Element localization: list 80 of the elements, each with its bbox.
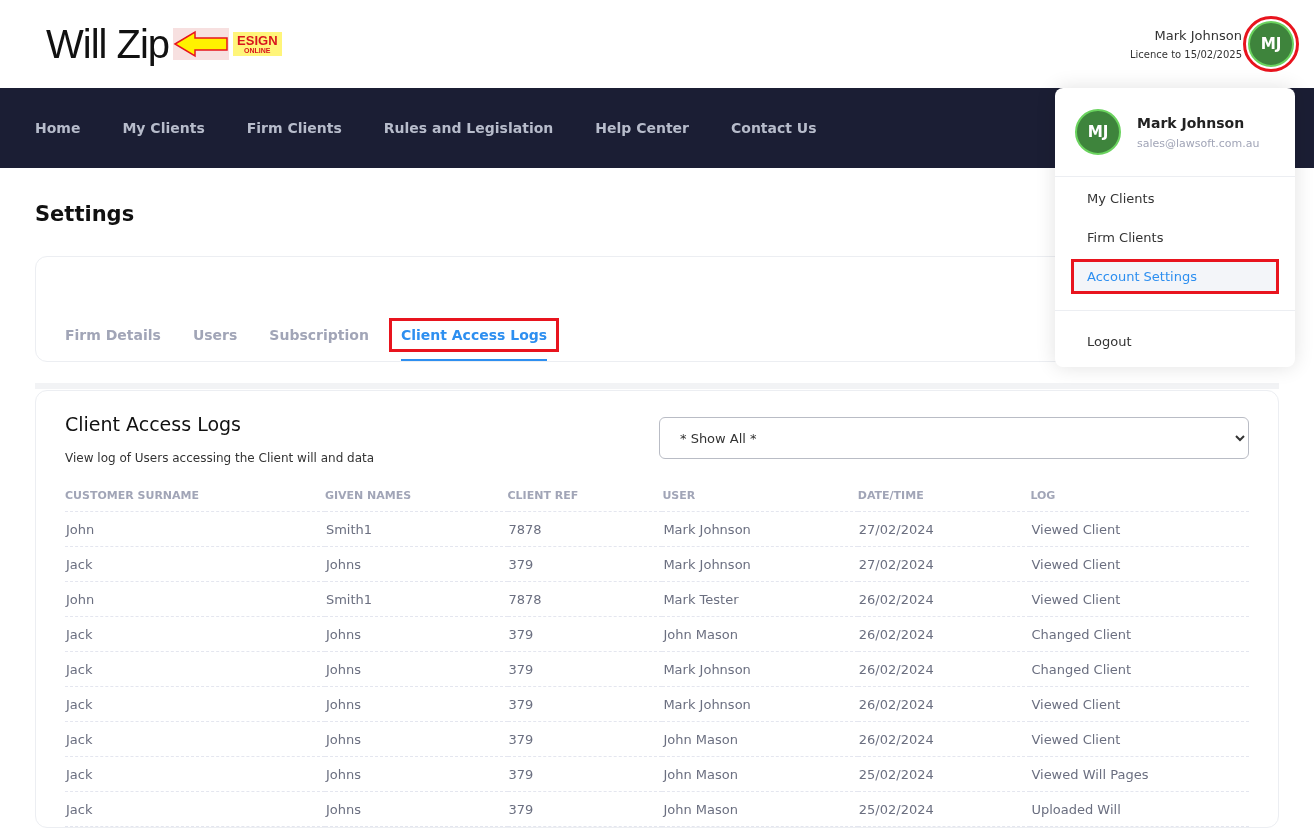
- table-cell: Jack: [65, 791, 325, 827]
- table-cell: John Mason: [662, 616, 858, 652]
- table-cell: 25/02/2024: [857, 756, 1031, 792]
- table-cell: Johns: [324, 616, 508, 652]
- menu-email: sales@lawsoft.com.au: [1137, 136, 1260, 150]
- table-cell: Viewed Client: [1030, 511, 1249, 547]
- table-cell: Viewed Will Pages: [1030, 756, 1249, 792]
- menu-item[interactable]: Firm Clients: [1055, 220, 1295, 255]
- table-cell: Smith1: [324, 511, 508, 547]
- table-cell: Johns: [324, 546, 508, 582]
- table-cell: 26/02/2024: [857, 616, 1031, 652]
- table-cell: Mark Johnson: [662, 511, 858, 547]
- table-cell: John: [65, 511, 325, 547]
- nav-link[interactable]: Contact Us: [731, 120, 817, 136]
- table-cell: 7878: [507, 581, 663, 617]
- table-cell: 25/02/2024: [857, 791, 1031, 827]
- table-cell: Johns: [324, 651, 508, 687]
- nav-link[interactable]: Help Center: [595, 120, 689, 136]
- table-cell: Changed Client: [1030, 651, 1249, 687]
- nav-link[interactable]: Home: [35, 120, 81, 136]
- page-title: Settings: [35, 202, 136, 226]
- table-cell: Changed Client: [1030, 616, 1249, 652]
- table-cell: Mark Tester: [662, 581, 858, 617]
- table-cell: 379: [507, 616, 663, 652]
- table-cell: John Mason: [662, 791, 858, 827]
- table-cell: 26/02/2024: [857, 686, 1031, 722]
- table-cell: Johns: [324, 791, 508, 827]
- table-cell: 26/02/2024: [857, 651, 1031, 687]
- table-cell: Jack: [65, 686, 325, 722]
- table-cell: Uploaded Will: [1030, 791, 1249, 827]
- table-cell: 379: [507, 686, 663, 722]
- table-cell: Mark Johnson: [662, 686, 858, 722]
- column-header: USER: [662, 489, 858, 512]
- licence-text: Licence to 15/02/2025: [1129, 49, 1242, 60]
- table-cell: Viewed Client: [1030, 686, 1249, 722]
- table-cell: Jack: [65, 546, 325, 582]
- table-cell: Mark Johnson: [662, 546, 858, 582]
- table-cell: 26/02/2024: [857, 721, 1031, 757]
- table-cell: Jack: [65, 756, 325, 792]
- table-cell: Viewed Client: [1030, 546, 1249, 582]
- table-cell: 27/02/2024: [857, 511, 1031, 547]
- arrow-icon: [173, 28, 230, 60]
- column-header: DATE/TIME: [857, 489, 1031, 512]
- column-header: CUSTOMER SURNAME: [65, 489, 325, 512]
- table-cell: John Mason: [662, 756, 858, 792]
- table-cell: 379: [507, 651, 663, 687]
- table-cell: Jack: [65, 721, 325, 757]
- table-cell: Johns: [324, 686, 508, 722]
- user-name: Mark Johnson: [1154, 28, 1242, 43]
- table-cell: 7878: [507, 511, 663, 547]
- table-cell: Johns: [324, 756, 508, 792]
- nav-link[interactable]: Firm Clients: [246, 120, 342, 136]
- column-header: GIVEN NAMES: [324, 489, 508, 512]
- table-cell: Jack: [65, 616, 325, 652]
- menu-item[interactable]: Logout: [1055, 310, 1295, 359]
- table-cell: Jack: [65, 651, 325, 687]
- table-cell: Johns: [324, 721, 508, 757]
- table-cell: 26/02/2024: [857, 581, 1031, 617]
- table-cell: John: [65, 581, 325, 617]
- table-cell: Smith1: [324, 581, 508, 617]
- menu-user-name: Mark Johnson: [1137, 114, 1246, 131]
- table-cell: Viewed Client: [1030, 581, 1249, 617]
- menu-avatar: MJ: [1075, 109, 1121, 155]
- table-cell: John Mason: [662, 721, 858, 757]
- menu-item[interactable]: My Clients: [1055, 181, 1295, 216]
- column-header: LOG: [1030, 489, 1249, 512]
- table-cell: Viewed Client: [1030, 721, 1249, 757]
- logo-text: Will Zip: [46, 21, 170, 67]
- table-cell: 379: [507, 721, 663, 757]
- table-cell: 27/02/2024: [857, 546, 1031, 582]
- table-cell: 379: [507, 546, 663, 582]
- table-cell: Mark Johnson: [662, 651, 858, 687]
- nav-link[interactable]: Rules and Legislation: [383, 120, 554, 136]
- table-cell: 379: [507, 791, 663, 827]
- table-cell: 379: [507, 756, 663, 792]
- nav-link[interactable]: My Clients: [122, 120, 205, 136]
- section-description: View log of Users accessing the Client will and data: [65, 451, 375, 465]
- filter-select[interactable]: * Show All *: [659, 417, 1249, 459]
- section-title: Client Access Logs: [65, 413, 242, 435]
- column-header: CLIENT REF: [507, 489, 663, 512]
